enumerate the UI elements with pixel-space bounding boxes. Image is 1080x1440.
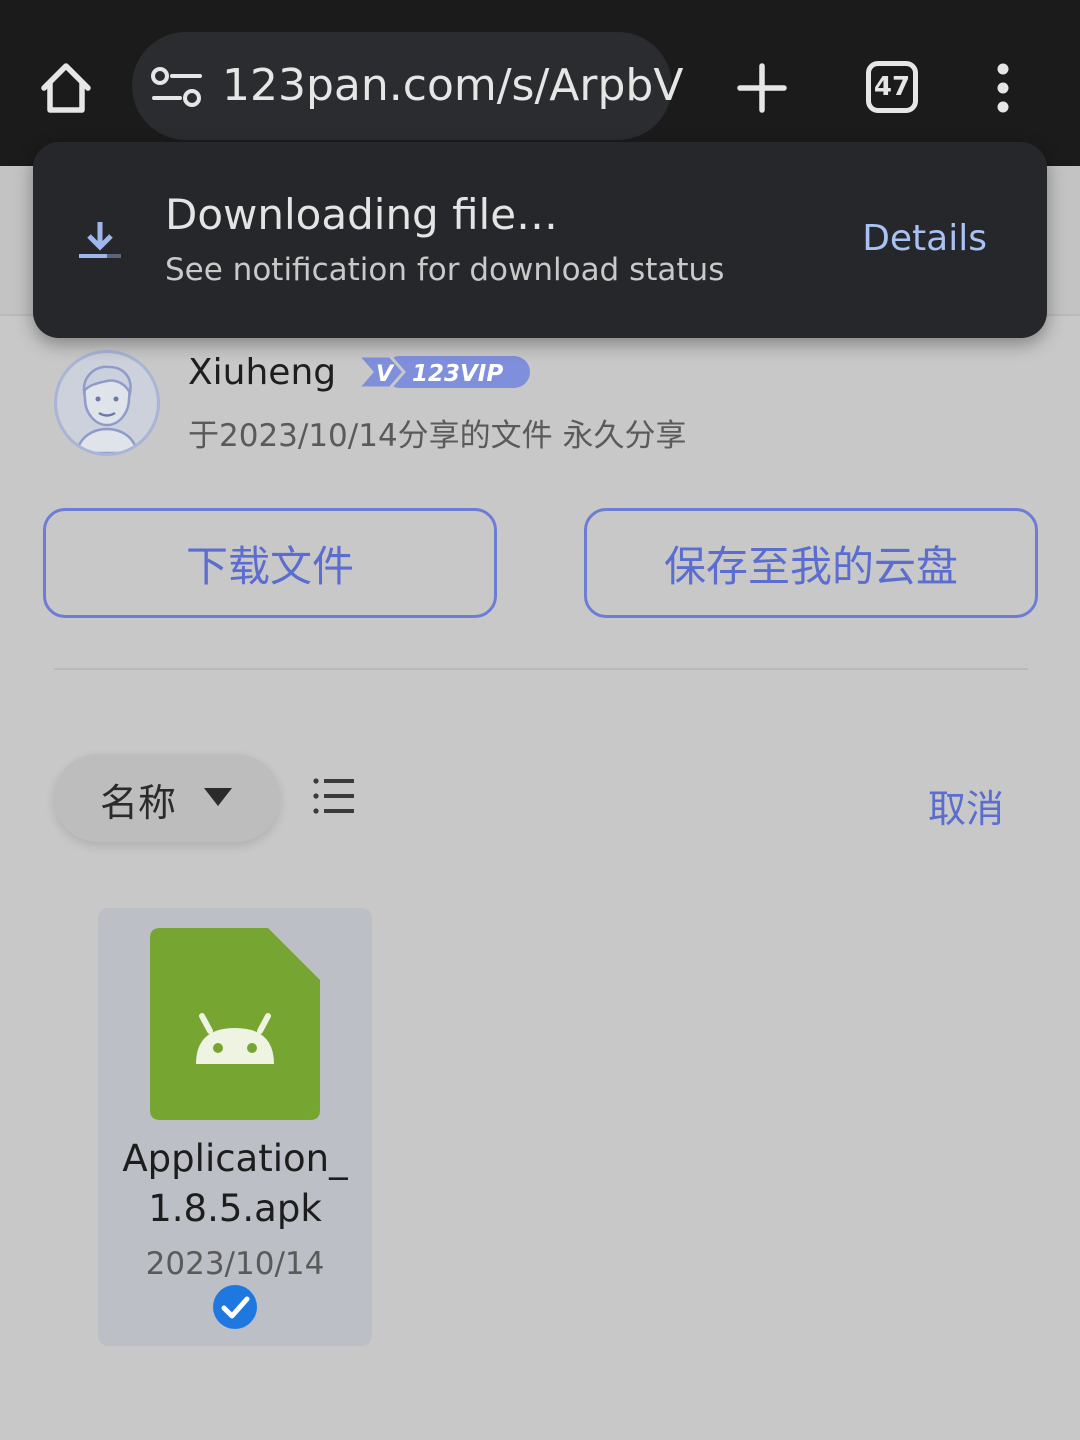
avatar: [54, 350, 160, 456]
svg-text:V: V: [376, 362, 395, 387]
sort-label: 名称: [100, 781, 177, 825]
apk-file-icon: [150, 928, 320, 1120]
share-info: 于2023/10/14分享的文件 永久分享: [188, 418, 687, 454]
snackbar-subtitle: See notification for download status: [165, 252, 725, 288]
file-name: Application_ 1.8.5.apk: [122, 1137, 348, 1230]
file-date: 2023/10/14: [145, 1246, 325, 1282]
caret-down-icon: [204, 788, 232, 806]
more-menu-icon[interactable]: [990, 62, 1016, 114]
save-to-cloud-button[interactable]: 保存至我的云盘: [584, 508, 1038, 618]
download-snackbar: Downloading file… See notification for d…: [33, 142, 1047, 338]
snackbar-title: Downloading file…: [165, 190, 559, 239]
sharer-name: Xiuheng: [188, 352, 337, 393]
url-text[interactable]: 123pan.com/s/ArpbV: [222, 60, 683, 111]
address-bar[interactable]: 123pan.com/s/ArpbV: [132, 32, 683, 140]
tab-count: 47: [873, 72, 911, 102]
new-tab-icon[interactable]: [736, 62, 788, 114]
divider: [54, 668, 1028, 670]
user-avatar-icon: [75, 365, 139, 453]
list-view-icon[interactable]: [312, 776, 354, 816]
vip-badge: V 123VIP: [356, 354, 530, 390]
details-button[interactable]: Details: [862, 218, 987, 259]
file-item[interactable]: Application_ 1.8.5.apk 2023/10/14: [98, 908, 372, 1346]
tab-switcher-button[interactable]: 47: [866, 61, 918, 113]
download-icon: [79, 222, 121, 258]
download-file-button[interactable]: 下载文件: [43, 508, 497, 618]
cancel-selection-button[interactable]: 取消: [928, 778, 1004, 833]
sort-dropdown[interactable]: 名称: [54, 754, 280, 842]
home-icon[interactable]: [36, 58, 96, 118]
vip-badge-text: 123VIP: [412, 361, 503, 387]
site-settings-icon[interactable]: [150, 66, 204, 110]
checkmark-icon[interactable]: [212, 1284, 258, 1330]
